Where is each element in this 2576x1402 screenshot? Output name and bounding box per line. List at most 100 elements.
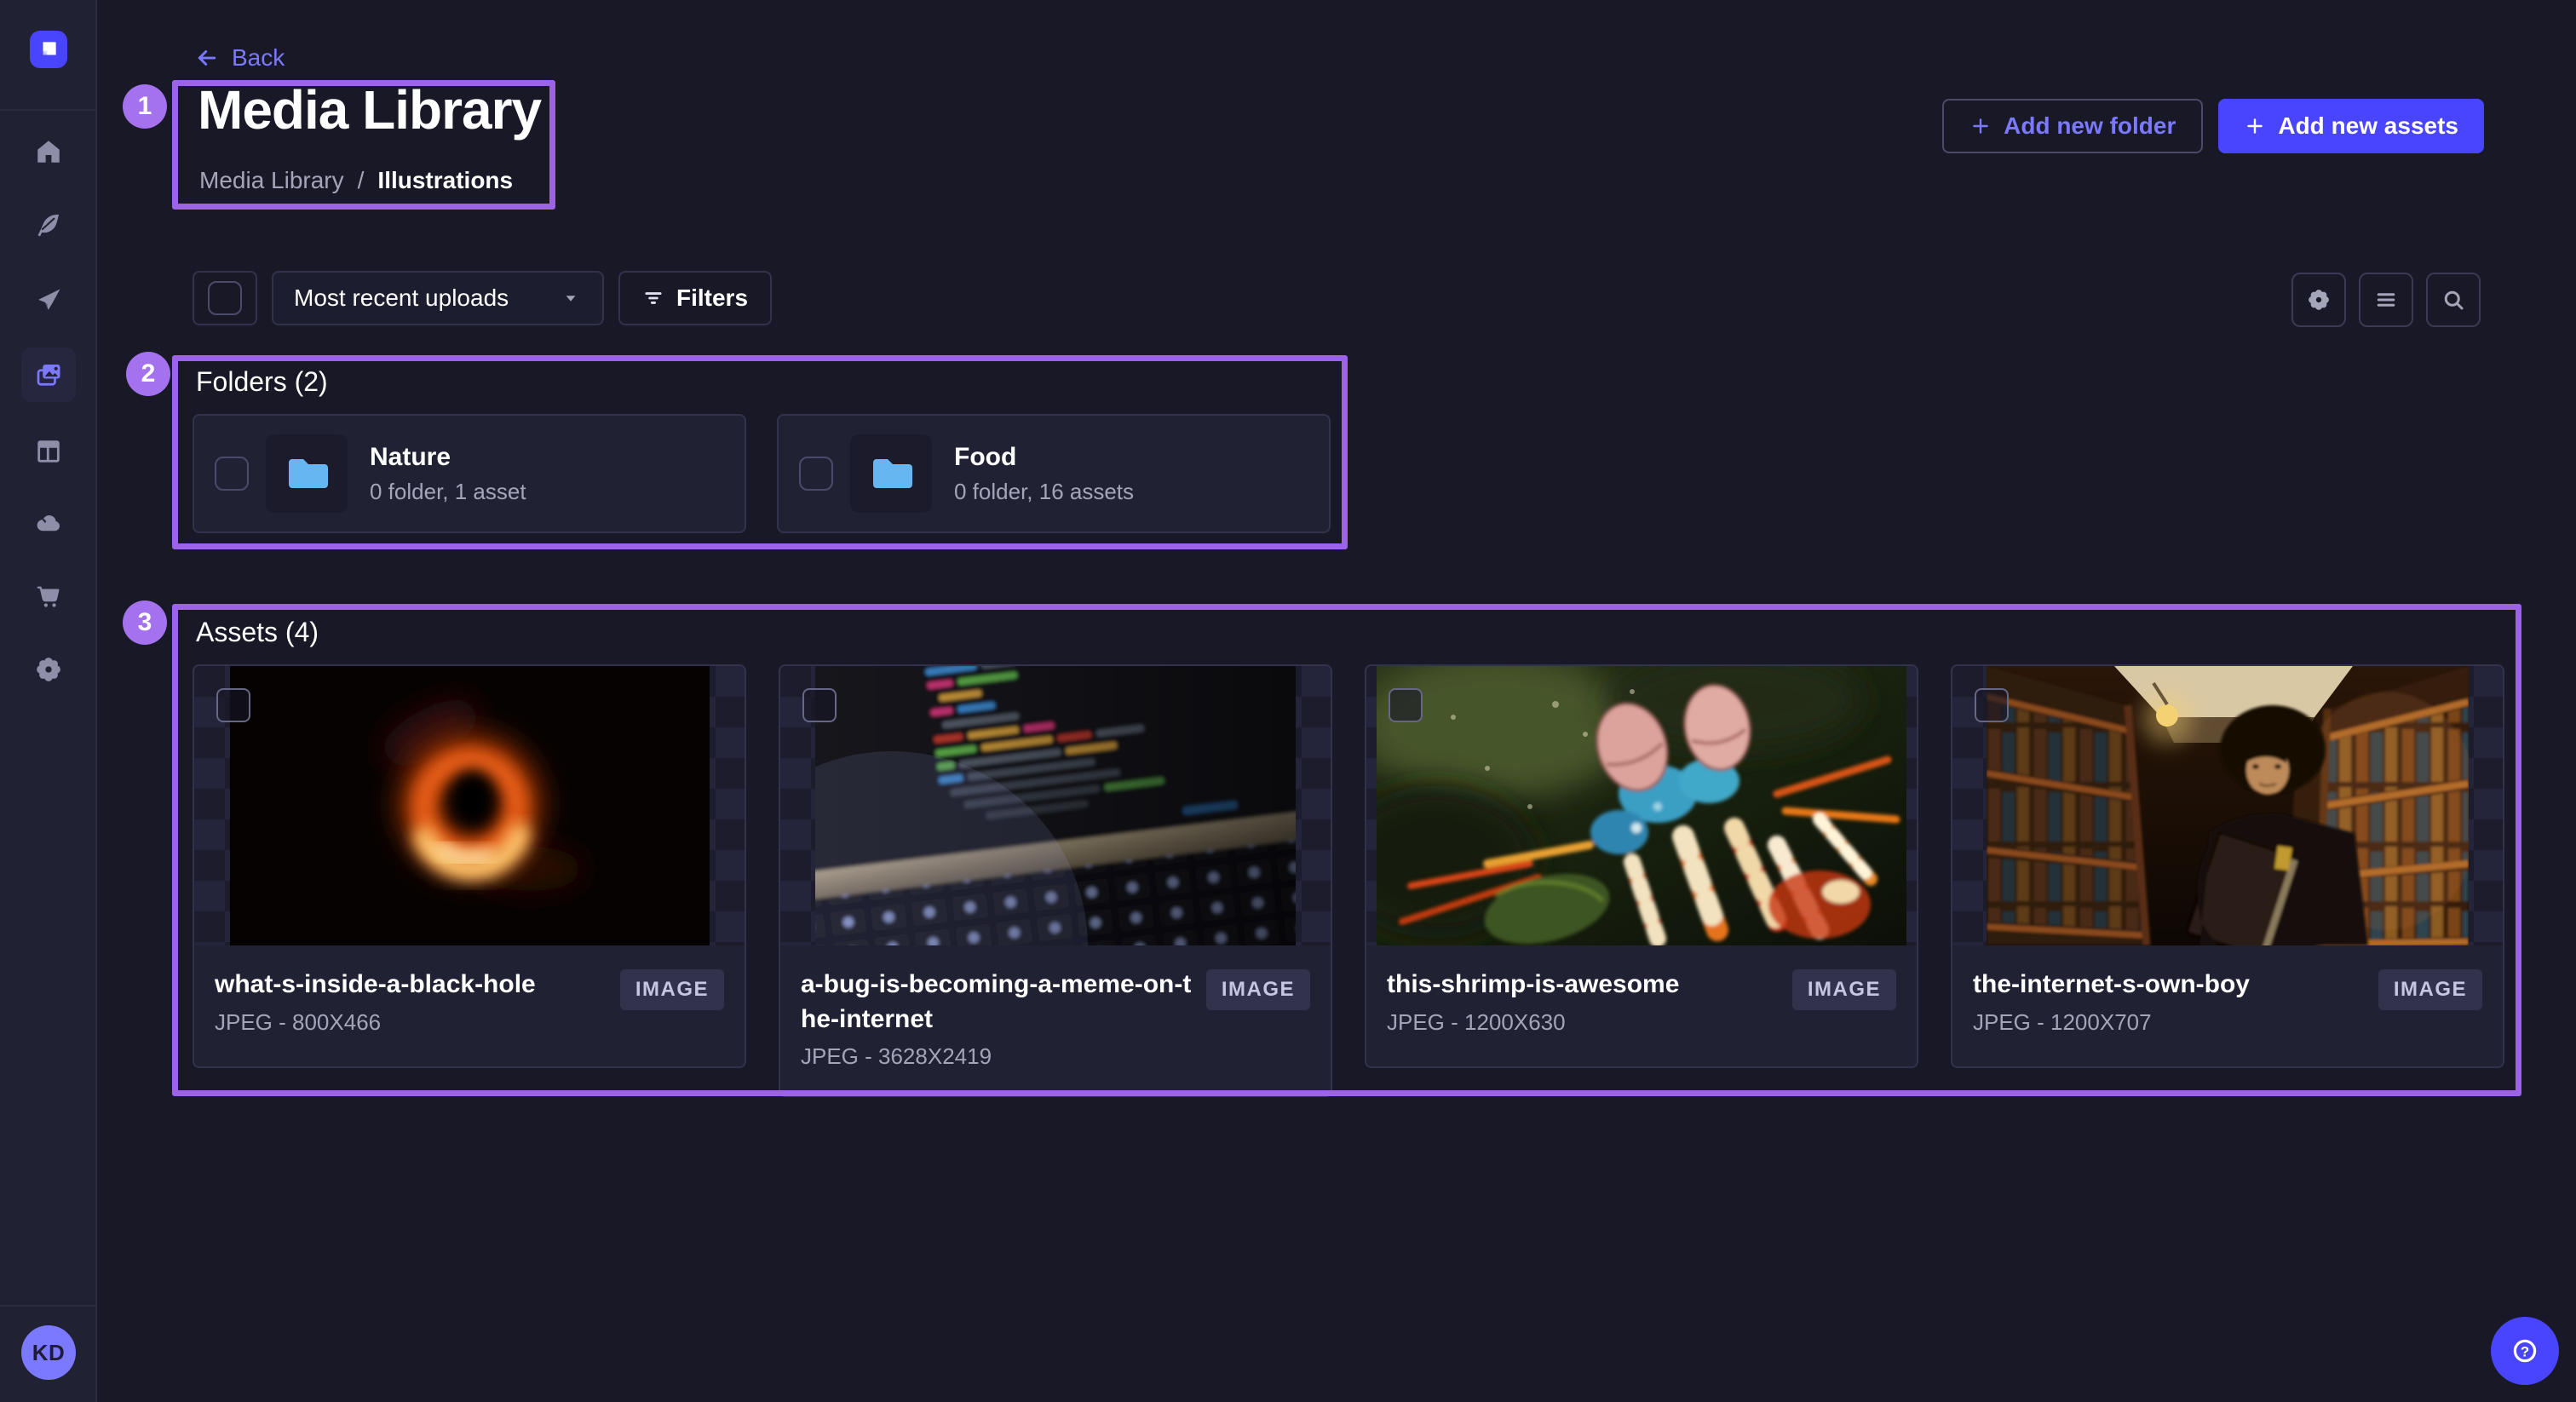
folder-name: Nature	[370, 443, 526, 472]
sidebar-item-content[interactable]	[21, 198, 76, 252]
sidebar-item-media-library[interactable]	[21, 348, 76, 402]
asset-title: a-bug-is-becoming-a-meme-on-the-internet	[801, 968, 1193, 1037]
asset-meta: JPEG - 1200X707	[1973, 1009, 2365, 1036]
toolbar: Most recent uploads Filters	[193, 271, 772, 325]
asset-checkbox[interactable]	[802, 688, 837, 722]
filters-button[interactable]: Filters	[618, 271, 772, 325]
sort-dropdown[interactable]: Most recent uploads	[272, 271, 604, 325]
asset-caption: the-internet-s-own-boy JPEG - 1200X707 I…	[1952, 945, 2503, 1066]
back-label: Back	[232, 44, 285, 72]
add-new-assets-button[interactable]: Add new assets	[2218, 99, 2484, 153]
gear-icon	[34, 655, 63, 684]
asset-type-badge: IMAGE	[620, 969, 724, 1010]
filter-icon	[642, 287, 664, 309]
cloud-icon	[34, 509, 63, 537]
folder-icon	[285, 456, 328, 491]
folder-tile	[850, 434, 932, 513]
add-new-folder-label: Add new folder	[2004, 112, 2176, 140]
mantis-shrimp-photo	[1377, 666, 1906, 945]
asset-caption: this-shrimp-is-awesome JPEG - 1200X630 I…	[1366, 945, 1917, 1066]
asset-preview	[780, 666, 1331, 945]
sidebar-item-home[interactable]	[21, 124, 76, 179]
plus-icon	[2244, 115, 2266, 137]
settings-button[interactable]	[2291, 273, 2346, 327]
asset-title: this-shrimp-is-awesome	[1387, 968, 1779, 1003]
folder-tile	[266, 434, 348, 513]
asset-type-badge: IMAGE	[1792, 969, 1896, 1010]
asset-checkbox[interactable]	[1389, 688, 1423, 722]
sidebar-item-pages[interactable]	[21, 424, 76, 479]
breadcrumb-separator: /	[358, 167, 365, 194]
back-link[interactable]: Back	[194, 44, 285, 72]
folder-card-food[interactable]: Food 0 folder, 16 assets	[777, 414, 1331, 533]
sidebar-item-deploy[interactable]	[21, 496, 76, 550]
search-icon	[2441, 287, 2466, 313]
asset-preview	[1366, 666, 1917, 945]
assets-row: what-s-inside-a-black-hole JPEG - 800X46…	[193, 664, 2504, 1097]
cart-icon	[34, 582, 63, 611]
assets-heading: Assets (4)	[196, 617, 319, 648]
user-avatar[interactable]: KD	[21, 1325, 76, 1380]
asset-checkbox[interactable]	[1975, 688, 2009, 722]
chevron-down-icon	[560, 287, 582, 309]
sort-value: Most recent uploads	[294, 284, 509, 312]
annotation-badge-1: 1	[123, 84, 167, 129]
sidebar-item-releases[interactable]	[21, 273, 76, 327]
select-all-checkbox[interactable]	[208, 281, 242, 315]
list-view-button[interactable]	[2359, 273, 2413, 327]
media-library-icon	[33, 359, 64, 390]
arrow-left-icon	[194, 45, 220, 71]
annotation-badge-3: 3	[123, 600, 167, 645]
sidebar-item-settings[interactable]	[21, 642, 76, 697]
breadcrumb: Media Library / Illustrations	[199, 167, 513, 194]
folder-card-nature[interactable]: Nature 0 folder, 1 asset	[193, 414, 746, 533]
paper-plane-icon	[34, 285, 63, 314]
asset-caption: what-s-inside-a-black-hole JPEG - 800X46…	[194, 945, 745, 1066]
filters-label: Filters	[676, 284, 748, 312]
asset-card[interactable]: what-s-inside-a-black-hole JPEG - 800X46…	[193, 664, 746, 1068]
sidebar-bottom-divider	[0, 1305, 95, 1307]
breadcrumb-root[interactable]: Media Library	[199, 167, 344, 194]
strapi-logo-icon	[37, 38, 60, 60]
folder-checkbox[interactable]	[799, 457, 833, 491]
help-button[interactable]: ?	[2491, 1317, 2559, 1385]
asset-caption: a-bug-is-becoming-a-meme-on-the-internet…	[780, 945, 1331, 1095]
asset-preview	[1952, 666, 2503, 945]
folders-heading: Folders (2)	[196, 366, 328, 398]
add-new-assets-label: Add new assets	[2278, 112, 2458, 140]
laptop-code-photo	[815, 666, 1296, 945]
folder-meta: 0 folder, 1 asset	[370, 479, 526, 505]
feather-icon	[34, 210, 63, 239]
plus-icon	[1969, 115, 1992, 137]
select-all-button[interactable]	[193, 271, 257, 325]
asset-type-badge: IMAGE	[1206, 969, 1310, 1010]
asset-preview	[194, 666, 745, 945]
sidebar-divider	[0, 109, 95, 111]
asset-title: the-internet-s-own-boy	[1973, 968, 2365, 1003]
asset-meta: JPEG - 1200X630	[1387, 1009, 1779, 1036]
black-hole-photo	[230, 666, 710, 945]
annotation-badge-2: 2	[126, 352, 170, 396]
folder-name: Food	[954, 443, 1134, 472]
breadcrumb-current: Illustrations	[377, 167, 513, 194]
folder-checkbox[interactable]	[215, 457, 249, 491]
folder-meta: 0 folder, 16 assets	[954, 479, 1134, 505]
home-icon	[34, 137, 63, 166]
page-title: Media Library	[198, 78, 541, 141]
asset-title: what-s-inside-a-black-hole	[215, 968, 607, 1003]
sidebar-item-marketplace[interactable]	[21, 569, 76, 623]
search-button[interactable]	[2426, 273, 2481, 327]
asset-card[interactable]: a-bug-is-becoming-a-meme-on-the-internet…	[779, 664, 1332, 1097]
strapi-logo[interactable]	[30, 31, 67, 68]
header-actions: Add new folder Add new assets	[1942, 99, 2484, 153]
question-mark-icon: ?	[2509, 1335, 2541, 1367]
list-icon	[2373, 287, 2399, 313]
add-new-folder-button[interactable]: Add new folder	[1942, 99, 2203, 153]
folders-row: Nature 0 folder, 1 asset Food 0 folder, …	[193, 414, 1331, 533]
asset-card[interactable]: the-internet-s-own-boy JPEG - 1200X707 I…	[1951, 664, 2504, 1068]
man-in-library-photo	[1987, 666, 2469, 945]
asset-card[interactable]: this-shrimp-is-awesome JPEG - 1200X630 I…	[1365, 664, 1918, 1068]
asset-checkbox[interactable]	[216, 688, 250, 722]
settings-icon	[2306, 287, 2332, 313]
asset-type-badge: IMAGE	[2378, 969, 2482, 1010]
